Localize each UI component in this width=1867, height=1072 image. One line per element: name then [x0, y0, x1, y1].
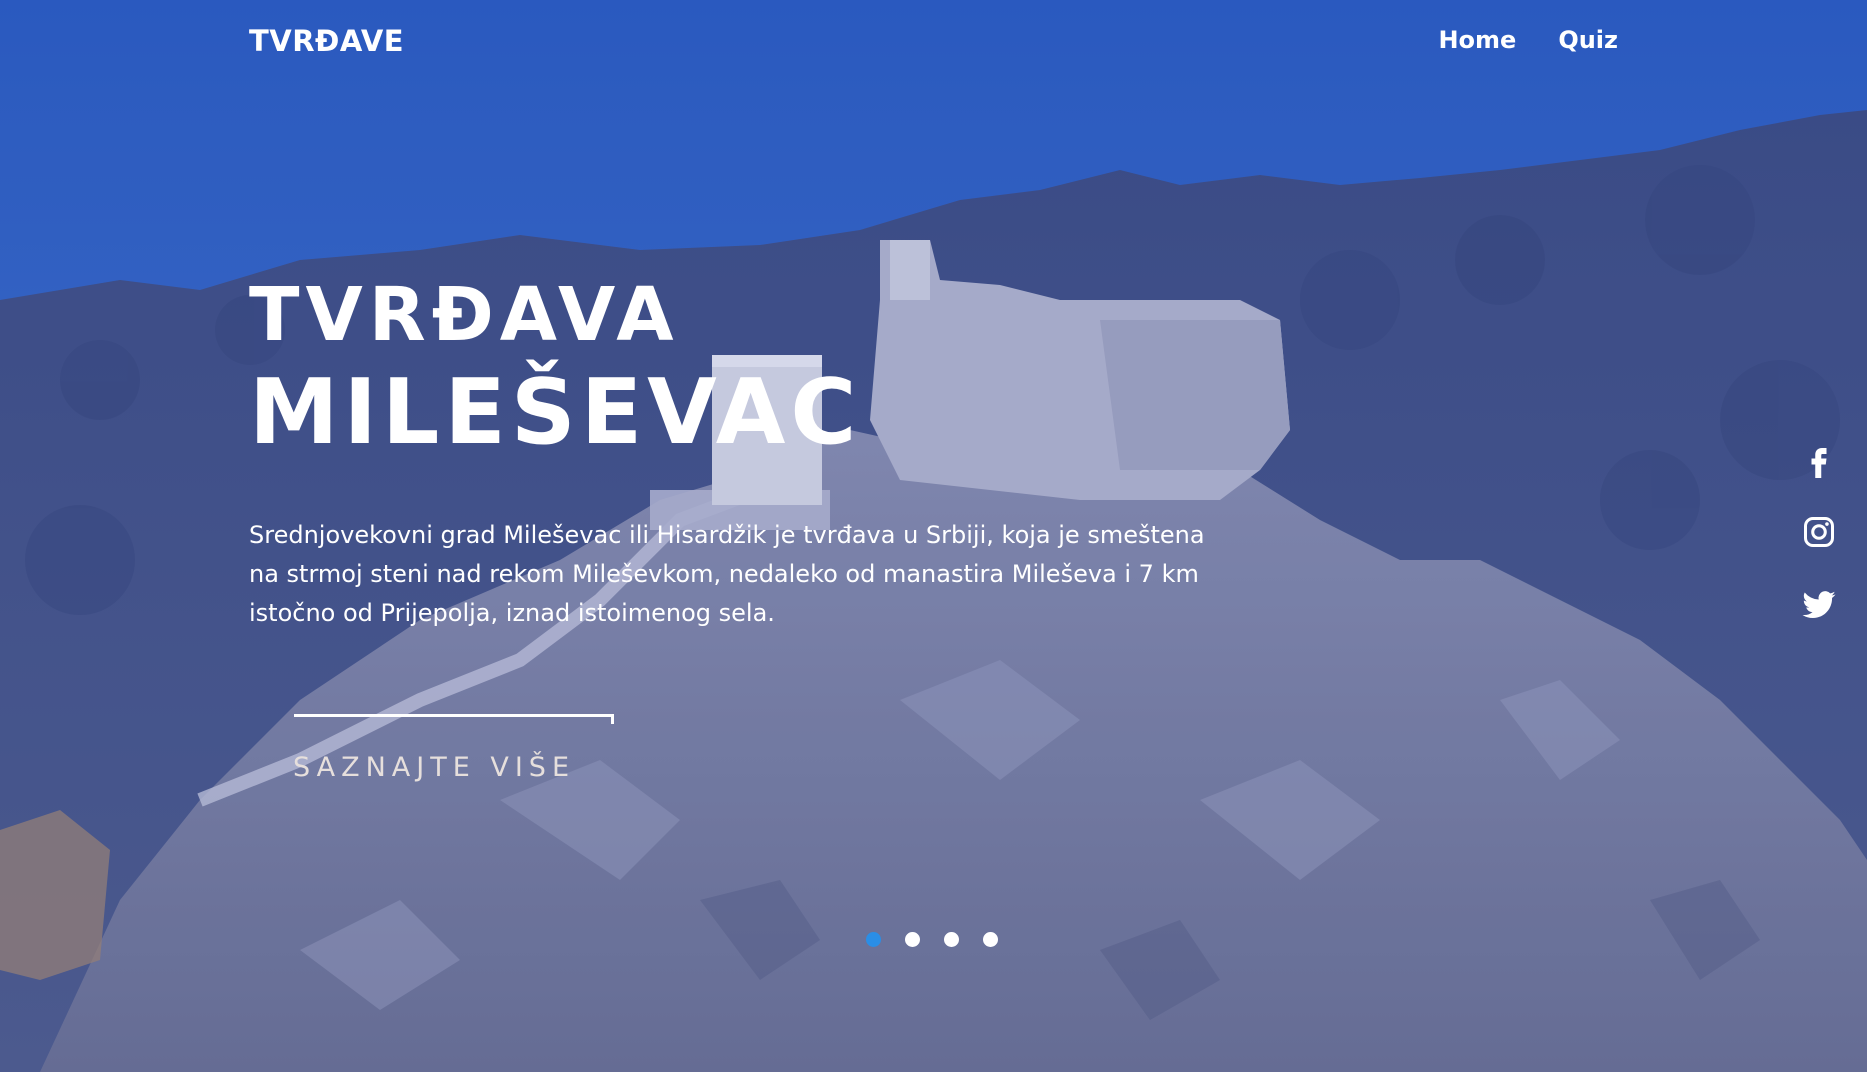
instagram-icon — [1804, 517, 1834, 547]
slider-dot-1[interactable] — [866, 932, 881, 947]
instagram-link[interactable] — [1801, 514, 1837, 550]
learn-more-button[interactable]: SAZNAJTE VIŠE — [293, 752, 575, 783]
hero-title-line1: TVRĐAVA — [249, 272, 680, 358]
twitter-link[interactable] — [1801, 586, 1837, 622]
nav-link-quiz[interactable]: Quiz — [1558, 26, 1618, 54]
slider-dot-2[interactable] — [905, 932, 920, 947]
nav-links: Home Quiz — [1438, 26, 1618, 54]
facebook-link[interactable] — [1801, 442, 1837, 478]
navbar: TVRĐAVE Home Quiz — [0, 0, 1867, 84]
cta-decorative-tick — [611, 714, 614, 724]
facebook-icon — [1811, 448, 1827, 478]
site-logo[interactable]: TVRĐAVE — [249, 24, 404, 58]
cta-decorative-line — [294, 714, 614, 717]
slider-dot-4[interactable] — [983, 932, 998, 947]
hero-title-line2: MILEŠEVAC — [249, 360, 862, 465]
hero-section: TVRĐAVE Home Quiz TVRĐAVA MILEŠEVAC Sred… — [0, 0, 1867, 1072]
hero-description: Srednjovekovni grad Mileševac ili Hisard… — [249, 521, 1205, 627]
social-links — [1801, 442, 1837, 622]
slider-pagination — [866, 932, 998, 947]
slider-dot-3[interactable] — [944, 932, 959, 947]
twitter-icon — [1802, 591, 1836, 618]
nav-link-home[interactable]: Home — [1438, 26, 1516, 54]
